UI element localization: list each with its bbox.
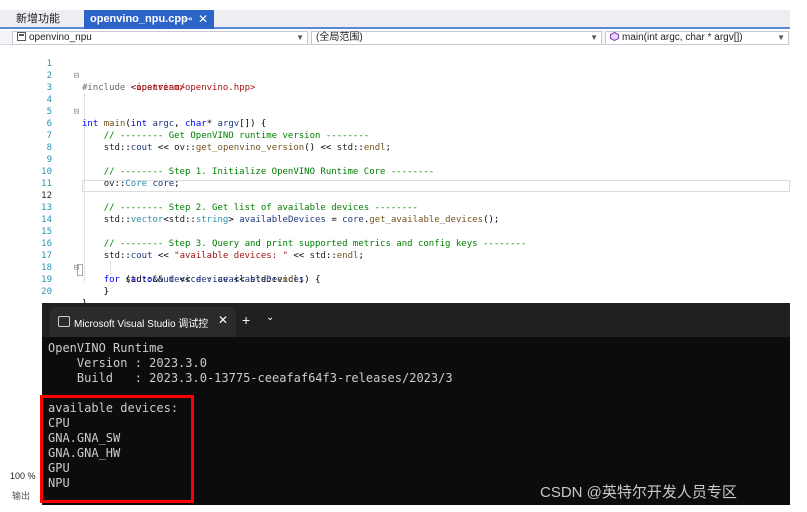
document-tab-bar: 新增功能 openvino_npu.cpp ⊸ ✕	[0, 10, 790, 29]
project-icon	[17, 32, 26, 41]
output-panel-label[interactable]: 输出	[12, 489, 40, 501]
code-line: 19 }	[0, 262, 790, 297]
tab-openvino-npu-cpp[interactable]: openvino_npu.cpp ⊸ ✕	[84, 10, 214, 29]
code-line: 14	[0, 202, 790, 225]
code-line: 6 // -------- Get OpenVINO runtime versi…	[0, 106, 790, 141]
function-name: main(int argc, char * argv[])	[622, 32, 743, 43]
code-line: 2 #include <openvino/openvino.hpp>	[0, 58, 790, 93]
method-icon	[610, 32, 619, 41]
code-editor[interactable]: 1 ⊟ #include <iostream> 2 #include <open…	[0, 46, 790, 309]
terminal-line: OpenVINO Runtime	[48, 341, 164, 355]
close-icon[interactable]: ✕	[218, 313, 228, 327]
code-line: 9 // -------- Step 1. Initialize OpenVIN…	[0, 142, 790, 177]
code-line: 5	[0, 94, 790, 117]
terminal-tab-bar: Microsoft Visual Studio 调试控 ✕ + ⌄	[42, 303, 790, 337]
scope-dropdown[interactable]: (全局范围) ▼	[311, 31, 602, 45]
line-number: 20	[41, 287, 52, 297]
scope-name: (全局范围)	[316, 32, 363, 43]
tab-whats-new[interactable]: 新增功能	[10, 10, 84, 29]
terminal-tab-title: Microsoft Visual Studio 调试控	[74, 319, 209, 330]
new-tab-button[interactable]: +	[242, 312, 250, 328]
code-line: 18 std::cout << device << std::endl;	[0, 250, 790, 285]
close-icon[interactable]: ✕	[198, 10, 208, 29]
code-line: 8	[0, 130, 790, 153]
code-line: 16 std::cout << "available devices: " <<…	[0, 226, 790, 261]
chevron-down-icon: ▼	[590, 33, 598, 42]
terminal-tab[interactable]: Microsoft Visual Studio 调试控 ✕	[50, 307, 236, 337]
terminal-icon	[58, 316, 70, 327]
project-name: openvino_npu	[29, 32, 92, 43]
project-dropdown[interactable]: openvino_npu ▼	[12, 31, 308, 45]
chevron-down-icon: ▼	[296, 33, 304, 42]
code-line: 4 ⊟ int main(int argc, char* argv[]) {	[0, 82, 790, 129]
watermark: CSDN @英特尔开发人员专区	[540, 484, 737, 501]
zoom-level[interactable]: 100 %	[10, 469, 42, 483]
code-line: 15 // -------- Step 3. Query and print s…	[0, 214, 790, 249]
code-line-current: 12 // -------- Step 2. Get list of avail…	[0, 178, 790, 213]
code-line: 10 ov::Core core;	[0, 154, 790, 189]
code-line: 20 }	[0, 274, 790, 309]
tab-label: openvino_npu.cpp	[90, 13, 188, 25]
code-line: 11	[0, 166, 790, 189]
terminal-line: Build : 2023.3.0-13775-ceeafaf64f3-relea…	[48, 371, 453, 385]
highlight-box	[40, 395, 194, 503]
code-line: 3	[0, 70, 790, 93]
code-line: 17 ⊟ for (auto&& device : availableDevic…	[0, 238, 790, 285]
code-line: 13 std::vector<std::string> availableDev…	[0, 190, 790, 225]
terminal-line: Version : 2023.3.0	[48, 356, 207, 370]
chevron-down-icon: ▼	[777, 33, 785, 42]
pin-icon[interactable]: ⊸	[184, 10, 192, 29]
chevron-down-icon[interactable]: ⌄	[266, 312, 274, 323]
function-dropdown[interactable]: main(int argc, char * argv[]) ▼	[605, 31, 789, 45]
code-line: 1 ⊟ #include <iostream>	[0, 46, 790, 93]
code-line: 7 std::cout << ov::get_openvino_version(…	[0, 118, 790, 153]
navigation-bar: openvino_npu ▼ (全局范围) ▼ main(int argc, c…	[0, 31, 790, 45]
